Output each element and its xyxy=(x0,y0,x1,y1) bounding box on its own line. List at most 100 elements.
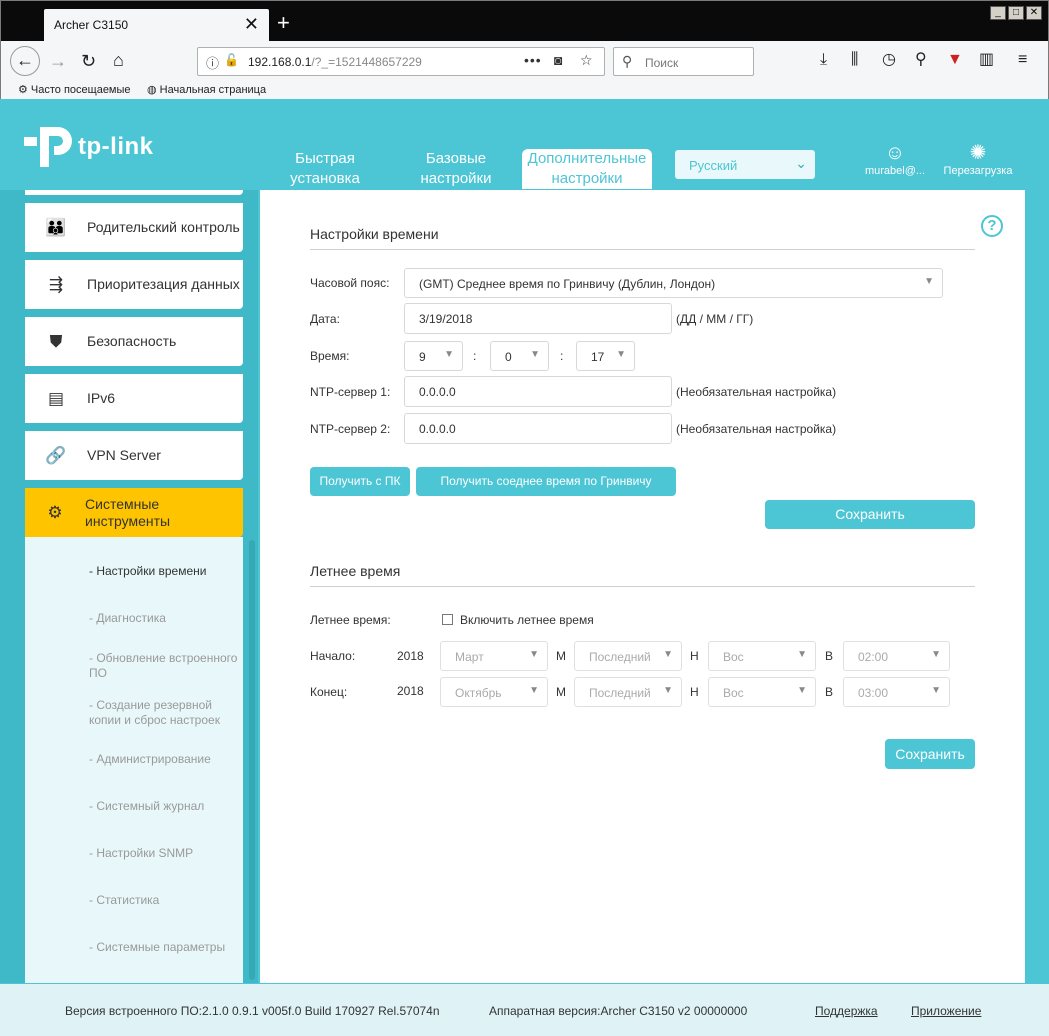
bookmark-frequent[interactable]: ⚙ Часто посещаемые xyxy=(18,83,131,96)
sidebar-item-previous[interactable] xyxy=(25,190,243,195)
sidebar-item-security[interactable]: ⛊ Безопасность xyxy=(25,317,243,366)
menu-icon[interactable]: ≡ xyxy=(1018,50,1027,70)
bookmark-label: Часто посещаемые xyxy=(30,84,131,96)
save-dst-button[interactable]: Сохранить xyxy=(885,739,975,769)
tab-advanced[interactable]: Дополнительные настройки xyxy=(522,149,652,189)
dropdown-arrow-icon: ▼ xyxy=(924,276,934,287)
search-box[interactable]: ⚲ Поиск xyxy=(613,47,754,76)
submenu-item-system-log[interactable]: - Системный журнал xyxy=(89,799,243,814)
page-actions-icon[interactable]: ••• xyxy=(524,52,542,68)
sidebar-item-system-tools[interactable]: ⚙ Системные инструменты xyxy=(25,488,243,537)
link-icon: 🔗 xyxy=(45,445,67,465)
history-icon[interactable]: ◷ xyxy=(882,50,896,70)
submenu-item-snmp[interactable]: - Настройки SNMP xyxy=(89,846,243,861)
hour-select[interactable]: 9 ▼ xyxy=(404,341,463,371)
dst-start-day-select[interactable]: Вос ▼ xyxy=(708,641,816,671)
sidebar-item-label: Родительский контроль xyxy=(87,219,240,235)
support-link[interactable]: Поддержка xyxy=(815,1004,878,1018)
submenu-item-system-parameters[interactable]: - Системные параметры xyxy=(89,940,243,955)
ntp1-input[interactable]: 0.0.0.0 xyxy=(404,376,672,407)
submenu-item-backup-restore[interactable]: - Создание резервной копии и сброс настр… xyxy=(89,698,243,728)
home-icon[interactable]: ⌂ xyxy=(113,50,124,70)
dropdown-arrow-icon: ▼ xyxy=(797,649,807,660)
insecure-lock-icon[interactable]: 🔓 xyxy=(224,53,239,67)
ntp1-optional-hint: (Необязательная настройка) xyxy=(676,385,837,399)
sidebar-item-ipv6[interactable]: ▤ IPv6 xyxy=(25,374,243,423)
back-icon[interactable]: ← xyxy=(10,46,40,76)
tab-basic[interactable]: Базовые настройки xyxy=(391,149,521,189)
sidebar-item-label: Системные инструменты xyxy=(85,495,171,529)
dst-start-month-select[interactable]: Март ▼ xyxy=(440,641,548,671)
sidebar-toggle-icon[interactable]: ▥ xyxy=(979,50,994,70)
date-input[interactable]: 3/19/2018 xyxy=(404,303,672,334)
download-icon[interactable]: ⤓ xyxy=(820,50,827,70)
sidebar-scrollbar[interactable] xyxy=(249,540,255,980)
ntp2-input[interactable]: 0.0.0.0 xyxy=(404,413,672,444)
browser-tab[interactable]: Archer C3150 ✕ xyxy=(44,9,269,41)
time-marker: В xyxy=(825,649,834,663)
reload-icon[interactable]: ↻ xyxy=(81,51,96,71)
search-placeholder: Поиск xyxy=(645,56,679,70)
timezone-select[interactable]: (GMT) Среднее время по Гринвичу (Дублин,… xyxy=(404,268,943,298)
parental-control-icon: 👪 xyxy=(45,217,67,237)
submenu-item-time-settings[interactable]: - Настройки времени xyxy=(89,564,243,579)
bookmark-star-icon[interactable]: ☆ xyxy=(580,52,593,69)
second-select[interactable]: 17 ▼ xyxy=(576,341,635,371)
minimize-icon[interactable]: _ xyxy=(990,6,1006,20)
dst-end-month-select[interactable]: Октябрь ▼ xyxy=(440,677,548,707)
app-link[interactable]: Приложение xyxy=(911,1004,981,1018)
navigation-bar: ← → ↻ ⌂ ⓘ 🔓 192.168.0.1/?_=1521448657229… xyxy=(1,41,1048,81)
zoom-icon[interactable]: ⚲ xyxy=(915,50,927,70)
forward-icon[interactable]: → xyxy=(49,51,67,71)
qos-icon: ⇶ xyxy=(48,274,64,294)
address-bar[interactable]: ⓘ 🔓 192.168.0.1/?_=1521448657229 ••• ◙ ☆ xyxy=(197,47,605,76)
dst-end-day-select[interactable]: Вос ▼ xyxy=(708,677,816,707)
second-value: 17 xyxy=(591,350,605,364)
user-icon: ☺ xyxy=(884,142,906,164)
dst-label: Летнее время: xyxy=(310,613,391,627)
url-host: 192.168.0.1 xyxy=(248,55,312,69)
submenu-item-firmware-upgrade[interactable]: - Обновление встроенного ПО xyxy=(89,651,243,681)
dst-start-week-select[interactable]: Последний ▼ xyxy=(574,641,682,671)
sidebar-item-qos[interactable]: ⇶ Приоритезация данных xyxy=(25,260,243,309)
close-tab-icon[interactable]: ✕ xyxy=(244,14,259,34)
new-tab-icon[interactable]: + xyxy=(277,11,290,35)
chevron-down-icon: ⌄ xyxy=(795,155,807,171)
submenu-item-administration[interactable]: - Администрирование xyxy=(89,752,243,767)
tab-title: Archer C3150 xyxy=(54,18,129,32)
time-settings-title: Настройки времени xyxy=(310,226,439,242)
tab-quick-setup[interactable]: Быстрая установка xyxy=(260,149,390,189)
date-label: Дата: xyxy=(310,312,340,326)
get-gmt-button[interactable]: Получить соеднее время по Гринвичу xyxy=(416,467,676,496)
minute-select[interactable]: 0 ▼ xyxy=(490,341,549,371)
close-window-icon[interactable]: ✕ xyxy=(1026,6,1042,20)
reboot-button[interactable]: ✺ Перезагрузка xyxy=(940,141,1016,177)
dst-end-time-select[interactable]: 03:00 ▼ xyxy=(843,677,950,707)
enable-dst-checkbox[interactable] xyxy=(442,614,453,625)
month-marker: М xyxy=(556,649,566,663)
submenu-item-statistics[interactable]: - Статистика xyxy=(89,893,243,908)
pocket-icon[interactable]: ◙ xyxy=(554,52,562,68)
dst-start-day: Вос xyxy=(723,650,744,664)
maximize-icon[interactable]: □ xyxy=(1008,6,1024,20)
save-time-button[interactable]: Сохранить xyxy=(765,500,975,529)
shield-addon-icon[interactable]: ▼ xyxy=(947,50,963,70)
dst-start-time-select[interactable]: 02:00 ▼ xyxy=(843,641,950,671)
dst-end-week-select[interactable]: Последний ▼ xyxy=(574,677,682,707)
tp-link-logo[interactable]: tp-link xyxy=(24,123,153,171)
language-select[interactable]: Русский ⌄ xyxy=(675,150,815,179)
help-icon[interactable]: ? xyxy=(981,215,1003,237)
sidebar-item-vpn-server[interactable]: 🔗 VPN Server xyxy=(25,431,243,480)
bookmark-home[interactable]: ◍ Начальная страница xyxy=(147,83,266,96)
tp-link-logo-icon xyxy=(24,127,72,167)
hour-value: 9 xyxy=(419,350,426,364)
user-account[interactable]: ☺ murabel@... xyxy=(860,141,930,177)
dst-end-year: 2018 xyxy=(397,684,424,698)
sidebar-item-parental-control[interactable]: 👪 Родительский контроль xyxy=(25,203,243,252)
timezone-value: (GMT) Среднее время по Гринвичу (Дублин,… xyxy=(419,277,716,291)
shield-icon: ⛊ xyxy=(49,331,63,351)
submenu-item-diagnostics[interactable]: - Диагностика xyxy=(89,611,243,626)
info-icon[interactable]: ⓘ xyxy=(206,53,219,72)
get-from-pc-button[interactable]: Получить с ПК xyxy=(310,467,410,496)
library-icon[interactable]: ⫼ xyxy=(851,50,858,70)
